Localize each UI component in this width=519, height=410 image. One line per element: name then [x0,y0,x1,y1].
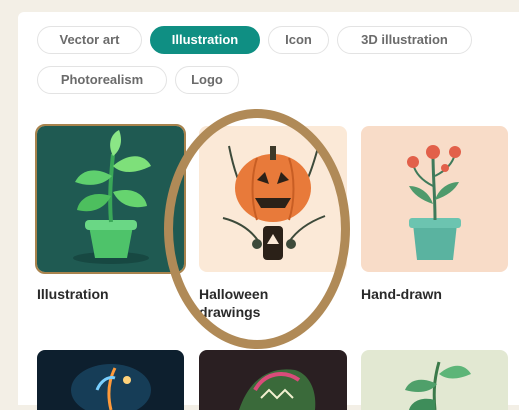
carnivorous-plant-icon [199,350,347,410]
chip-vector-art[interactable]: Vector art [37,26,142,54]
style-card-halloween-drawings[interactable] [199,126,347,272]
flower-pot-icon [361,126,508,272]
leaf-plant-icon [361,350,508,410]
style-card-row2-2[interactable] [199,350,347,410]
chip-logo[interactable]: Logo [175,66,239,94]
potted-plant-icon [37,126,184,272]
card-label-halloween-drawings: Halloween drawings [199,286,269,320]
card-label-hand-drawn: Hand-drawn [361,286,442,302]
glowing-plant-icon [37,350,184,410]
style-card-illustration[interactable] [35,124,186,274]
chip-photorealism[interactable]: Photorealism [37,66,167,94]
card-label-illustration: Illustration [37,286,109,302]
chip-icon[interactable]: Icon [268,26,329,54]
style-card-row2-1[interactable] [37,350,184,410]
chip-3d-illustration[interactable]: 3D illustration [337,26,472,54]
chip-illustration[interactable]: Illustration [150,26,260,54]
style-card-hand-drawn[interactable] [361,126,508,272]
style-card-row2-3[interactable] [361,350,508,410]
jack-o-lantern-icon [199,126,347,272]
